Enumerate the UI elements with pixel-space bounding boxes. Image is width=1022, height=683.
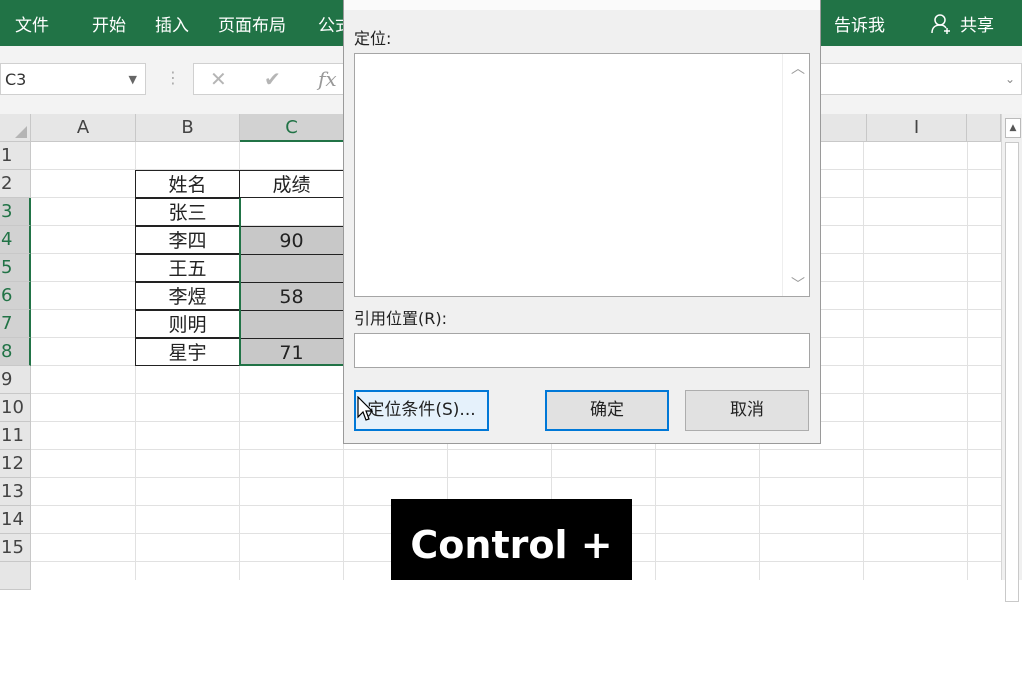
row-header-10[interactable]: 10 [0,394,31,422]
column-header-a[interactable]: A [31,114,136,142]
row-header-7[interactable]: 7 [0,310,31,338]
row-header-16[interactable] [0,562,31,590]
cell-b2-header[interactable]: 姓名 [135,170,240,198]
select-all-corner[interactable] [0,114,31,142]
scroll-up-arrow-icon[interactable]: ▲ [1005,118,1021,138]
cell-b6[interactable]: 李煜 [135,282,240,310]
row-header-4[interactable]: 4 [0,226,31,254]
share-person-icon [931,14,950,34]
row-header-3[interactable]: 3 [0,198,31,226]
row-header-15[interactable]: 15 [0,534,31,562]
row-header-11[interactable]: 11 [0,422,31,450]
column-header-j[interactable] [967,114,1001,142]
row-header-6[interactable]: 6 [0,282,31,310]
tell-me-search[interactable]: 告诉我 [834,11,885,36]
share-button[interactable]: 共享 [960,11,994,36]
row-header-9[interactable]: 9 [0,366,31,394]
reference-input[interactable] [354,333,810,368]
tab-insert[interactable]: 插入 [155,11,189,36]
drag-handle-icon[interactable]: ⋮ [165,68,181,87]
cell-b5[interactable]: 王五 [135,254,240,282]
tab-file[interactable]: 文件 [15,11,49,36]
expand-formula-icon[interactable]: ⌄ [1005,72,1015,86]
goto-special-button[interactable]: 定位条件(S)... [354,390,489,431]
row-header-5[interactable]: 5 [0,254,31,282]
column-header-b[interactable]: B [136,114,240,142]
row-header-1[interactable]: 1 [0,142,31,170]
reference-label: 引用位置(R): [354,309,447,328]
cell-b4[interactable]: 李四 [135,226,240,254]
row-header-14[interactable]: 14 [0,506,31,534]
goto-label: 定位: [354,29,392,48]
cell-b3[interactable]: 张三 [135,198,240,226]
dialog-title-strip[interactable] [344,0,820,10]
row-header-12[interactable]: 12 [0,450,31,478]
shortcut-overlay: Control + g [391,499,632,659]
cell-b7[interactable]: 则明 [135,310,240,338]
cancel-icon[interactable]: ✕ [210,67,227,91]
tab-home[interactable]: 开始 [92,11,126,36]
scroll-up-icon[interactable]: ︿ [791,58,805,78]
enter-check-icon[interactable]: ✔ [264,67,281,91]
selection-range [239,198,343,366]
scroll-down-icon[interactable]: ﹀ [791,274,805,294]
listbox-scrollbar[interactable]: ︿ ﹀ [782,54,809,296]
goto-listbox[interactable]: ︿ ﹀ [354,53,810,297]
name-box[interactable]: C3 ▼ [0,63,146,95]
cell-b8[interactable]: 星宇 [135,338,240,366]
vertical-scrollbar[interactable]: ▲ [1001,114,1022,602]
scroll-thumb[interactable] [1005,142,1019,602]
row-header-8[interactable]: 8 [0,338,31,366]
column-header-h[interactable] [821,114,867,142]
row-header-13[interactable]: 13 [0,478,31,506]
goto-dialog: 定位: ︿ ﹀ 引用位置(R): 定位条件(S)... 确定 取消 [343,0,821,444]
column-header-c[interactable]: C [240,114,344,142]
ok-button[interactable]: 确定 [545,390,669,431]
cell-c2-header[interactable]: 成绩 [239,170,344,198]
insert-function-icon[interactable]: fx [318,67,337,91]
cancel-button[interactable]: 取消 [685,390,809,431]
column-header-i[interactable]: I [867,114,967,142]
chevron-down-icon[interactable]: ▼ [129,73,137,86]
tab-page-layout[interactable]: 页面布局 [218,11,286,36]
name-box-value: C3 [5,70,27,89]
row-header-2[interactable]: 2 [0,170,31,198]
mouse-pointer-icon [357,396,373,421]
